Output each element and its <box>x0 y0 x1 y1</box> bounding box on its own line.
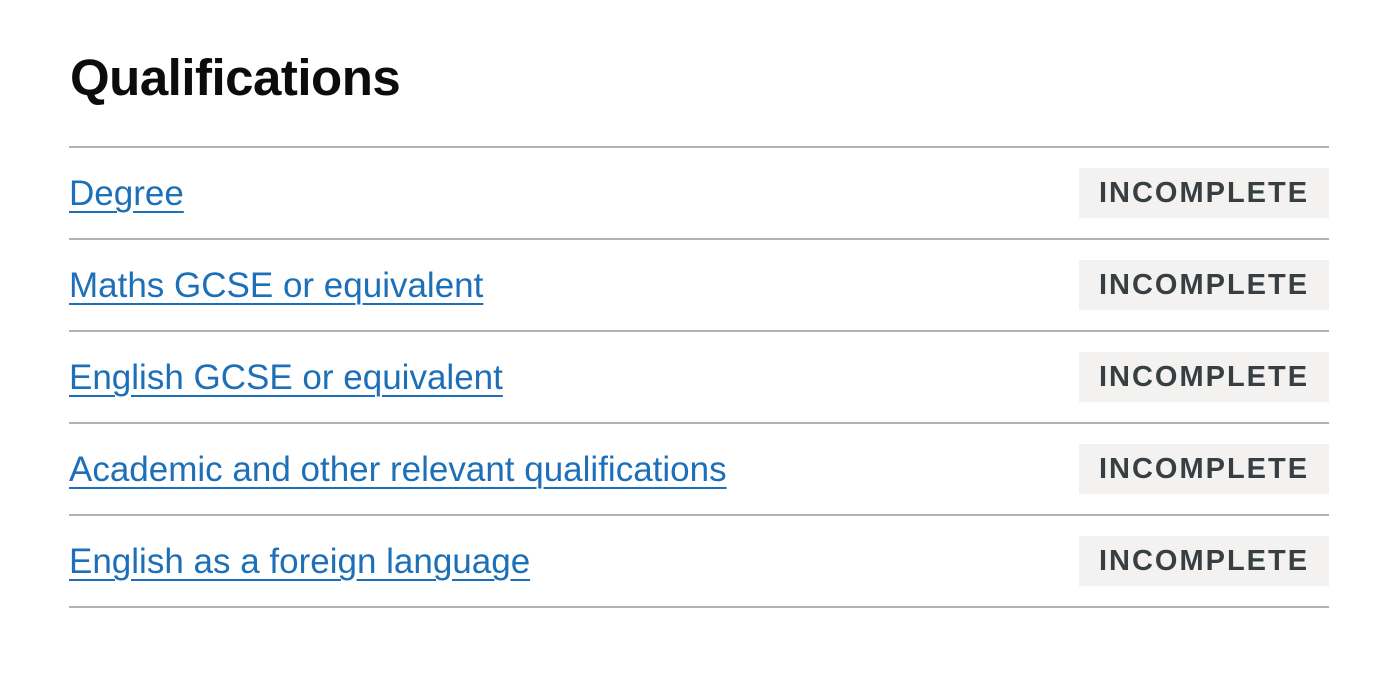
status-tag: INCOMPLETE <box>1079 352 1329 402</box>
section-heading: Qualifications <box>70 49 401 106</box>
task-link-maths-gcse[interactable]: Maths GCSE or equivalent <box>69 266 483 306</box>
status-tag: INCOMPLETE <box>1079 444 1329 494</box>
task-item-degree: Degree INCOMPLETE <box>69 148 1329 240</box>
task-link-degree[interactable]: Degree <box>69 174 184 214</box>
task-item-academic-qualifications: Academic and other relevant qualificatio… <box>69 424 1329 516</box>
task-item-english-gcse: English GCSE or equivalent INCOMPLETE <box>69 332 1329 424</box>
task-link-academic-qualifications[interactable]: Academic and other relevant qualificatio… <box>69 450 727 490</box>
status-tag: INCOMPLETE <box>1079 168 1329 218</box>
status-tag: INCOMPLETE <box>1079 260 1329 310</box>
task-item-maths-gcse: Maths GCSE or equivalent INCOMPLETE <box>69 240 1329 332</box>
task-link-english-gcse[interactable]: English GCSE or equivalent <box>69 358 503 398</box>
task-list: Degree INCOMPLETE Maths GCSE or equivale… <box>69 146 1329 608</box>
task-link-english-foreign-language[interactable]: English as a foreign language <box>69 542 530 582</box>
status-tag: INCOMPLETE <box>1079 536 1329 586</box>
task-item-english-foreign-language: English as a foreign language INCOMPLETE <box>69 516 1329 608</box>
qualifications-page: Qualifications Degree INCOMPLETE Maths G… <box>0 0 1400 680</box>
